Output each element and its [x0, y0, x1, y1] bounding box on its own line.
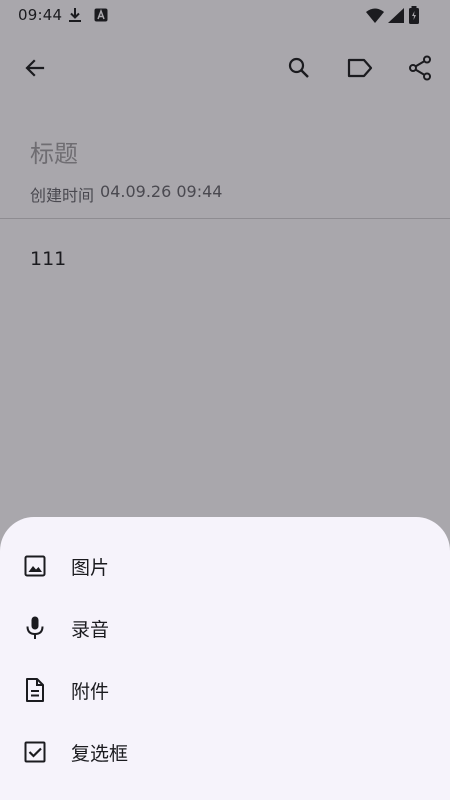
image-icon: [22, 553, 48, 579]
search-button[interactable]: [277, 48, 321, 92]
a-badge-icon: [94, 8, 108, 26]
back-arrow-icon: [23, 56, 47, 84]
status-left-icons: [68, 7, 108, 27]
microphone-icon: [22, 615, 48, 641]
label-button[interactable]: [338, 48, 382, 92]
sheet-item-label: 附件: [71, 680, 110, 703]
sheet-item-label: 图片: [71, 556, 110, 579]
insert-bottom-sheet: 图片 录音 附件 复选框: [0, 517, 450, 800]
status-right-icons: [366, 6, 420, 28]
toolbar: [0, 40, 450, 100]
sheet-item-checkbox[interactable]: 复选框: [0, 721, 450, 783]
sheet-item-label: 录音: [71, 618, 110, 641]
label-icon: [347, 57, 373, 83]
created-label: 创建时间: [30, 186, 95, 205]
document-icon: [22, 677, 48, 703]
back-button[interactable]: [13, 48, 57, 92]
share-button[interactable]: [398, 48, 442, 92]
battery-icon: [408, 6, 420, 28]
share-icon: [408, 55, 432, 85]
created-value: 04.09.26 09:44: [100, 182, 223, 201]
sheet-item-attachment[interactable]: 附件: [0, 659, 450, 721]
note-body[interactable]: 111: [30, 248, 66, 270]
sheet-item-image[interactable]: 图片: [0, 535, 450, 597]
signal-icon: [388, 7, 404, 27]
note-title-field[interactable]: 标题: [30, 134, 78, 169]
status-bar: 09:44: [0, 0, 450, 30]
divider: [0, 218, 450, 219]
search-icon: [287, 56, 311, 84]
sheet-item-label: 复选框: [71, 742, 129, 765]
download-icon: [68, 7, 82, 27]
status-time: 09:44: [18, 6, 63, 24]
created-time: 创建时间 04.09.26 09:44: [30, 182, 222, 206]
checkbox-icon: [22, 739, 48, 765]
wifi-icon: [366, 8, 384, 27]
sheet-item-audio[interactable]: 录音: [0, 597, 450, 659]
